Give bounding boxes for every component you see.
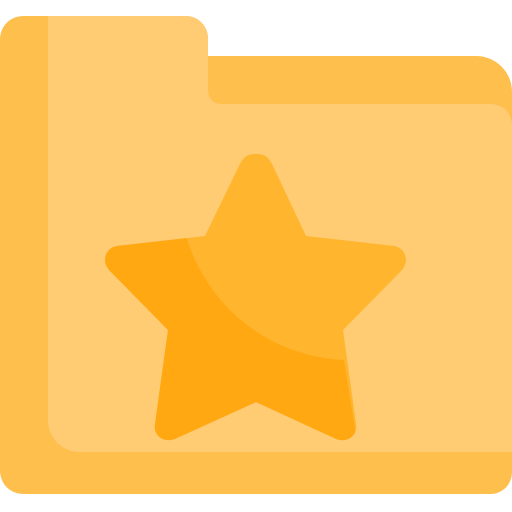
folder-star-svg [0, 16, 512, 494]
favorite-folder-icon [0, 0, 512, 512]
